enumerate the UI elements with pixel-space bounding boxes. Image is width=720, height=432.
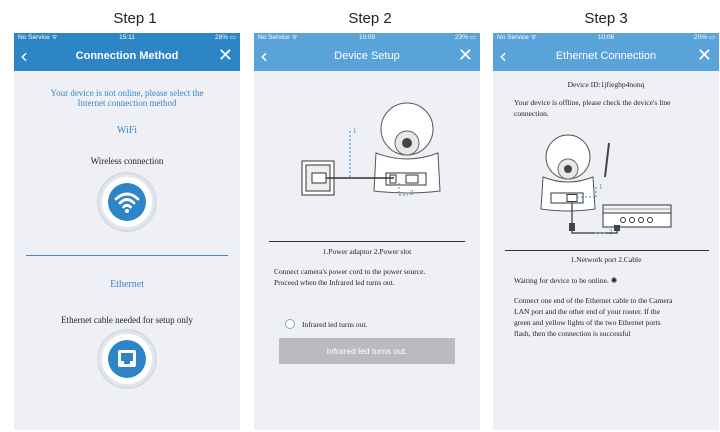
clock-text: 10:06 bbox=[597, 34, 615, 41]
callout-label-2: 2 bbox=[410, 189, 414, 197]
diagram-caption: 1.Power adaptor 2.Power slot bbox=[322, 247, 412, 256]
loading-spinner-icon: ✺ bbox=[610, 276, 618, 285]
infrared-led-radio[interactable] bbox=[285, 319, 295, 329]
wifi-caption: Wireless connection bbox=[90, 156, 164, 166]
offline-message-line-2: connection. bbox=[514, 109, 549, 118]
nav-bar: ‹ Device Setup ✕ bbox=[254, 43, 480, 71]
diagram-caption: 1.Network port 2.Cable bbox=[570, 255, 642, 264]
phone-screen-device-setup: No Service ᯤ 10:09 23% ▭ ‹ Device Setup … bbox=[254, 33, 480, 430]
setup-instructions: Connect camera's power cord to the power… bbox=[274, 266, 474, 288]
diagram-divider bbox=[269, 241, 465, 242]
close-icon[interactable]: ✕ bbox=[218, 45, 233, 67]
status-bar: No Service ᯤ 10:09 23% ▭ bbox=[254, 33, 480, 43]
ethernet-heading: Ethernet bbox=[110, 279, 144, 290]
step-3-title: Step 3 bbox=[584, 10, 628, 27]
waiting-text: Waiting for device to be online. bbox=[514, 276, 609, 285]
status-bar: No Service ᯤ 15:11 28% ▭ bbox=[14, 33, 240, 43]
step-1-title: Step 1 bbox=[113, 10, 157, 27]
setup-instruction-line-1: Connect camera's power cord to the power… bbox=[274, 267, 426, 276]
offline-notice-line-2: Internet connection method bbox=[77, 98, 177, 108]
page-title: Ethernet Connection bbox=[555, 50, 657, 62]
phone-screen-ethernet-connection: No Service ᯤ 10:06 20% ▭ ‹ Ethernet Conn… bbox=[493, 33, 719, 430]
clock-text: 10:09 bbox=[358, 34, 376, 41]
setup-instruction-line-2: Proceed when the Infrared led turns out. bbox=[274, 278, 395, 287]
battery-icon: ▭ bbox=[229, 34, 236, 41]
infrared-led-confirm-button[interactable]: Infrared led turns out. bbox=[279, 338, 455, 364]
diagram-divider bbox=[505, 250, 709, 251]
ethernet-instruction-line-2: LAN port and the other end of your route… bbox=[514, 307, 660, 316]
battery-icon: ▭ bbox=[469, 34, 476, 41]
section-divider bbox=[26, 255, 228, 256]
waiting-status: Waiting for device to be online. ✺ bbox=[514, 276, 617, 285]
ethernet-instruction-line-4: flash, then the connection is successful bbox=[514, 329, 631, 338]
ethernet-button[interactable] bbox=[99, 331, 155, 387]
device-id: Device ID:1jfiegbp4nonq bbox=[567, 80, 645, 89]
battery-indicator: 23% ▭ bbox=[455, 34, 476, 41]
callout-label-1: 1 bbox=[599, 183, 603, 191]
nav-bar: ‹ Ethernet Connection ✕ bbox=[493, 43, 719, 71]
clock-text: 15:11 bbox=[119, 34, 135, 41]
close-icon[interactable]: ✕ bbox=[697, 45, 712, 67]
battery-icon: ▭ bbox=[708, 34, 715, 41]
battery-indicator: 20% ▭ bbox=[694, 34, 715, 41]
offline-notice: Your device is not online, please select… bbox=[14, 88, 240, 108]
ethernet-caption: Ethernet cable needed for setup only bbox=[61, 315, 193, 325]
page-title: Connection Method bbox=[75, 50, 179, 62]
wifi-icon bbox=[108, 183, 146, 221]
page-title: Device Setup bbox=[334, 50, 400, 62]
close-icon[interactable]: ✕ bbox=[458, 45, 473, 67]
infrared-led-radio-label: Infrared led turns out. bbox=[302, 320, 368, 329]
ethernet-instruction-line-3: green and yellow lights of the two Ether… bbox=[514, 318, 661, 327]
wifi-button[interactable] bbox=[99, 174, 155, 230]
ethernet-instructions: Connect one end of the Ethernet cable to… bbox=[514, 295, 714, 339]
power-setup-diagram: 1 2 bbox=[294, 91, 464, 241]
callout-label-2: 2 bbox=[609, 228, 613, 236]
wifi-heading: WiFi bbox=[116, 125, 138, 136]
ethernet-setup-diagram: 1 2 bbox=[533, 125, 713, 245]
nav-bar: ‹ Connection Method ✕ bbox=[14, 43, 240, 71]
offline-notice-line-1: Your device is not online, please select… bbox=[50, 88, 204, 98]
offline-message-line-1: Your device is offline, please check the… bbox=[514, 98, 671, 107]
offline-message: Your device is offline, please check the… bbox=[514, 97, 714, 119]
battery-indicator: 28% ▭ bbox=[215, 34, 236, 41]
step-2-title: Step 2 bbox=[348, 10, 392, 27]
phone-screen-connection-method: No Service ᯤ 15:11 28% ▭ ‹ Connection Me… bbox=[14, 33, 240, 430]
callout-label-1: 1 bbox=[353, 127, 357, 135]
ethernet-instruction-line-1: Connect one end of the Ethernet cable to… bbox=[514, 296, 673, 305]
status-bar: No Service ᯤ 10:06 20% ▭ bbox=[493, 33, 719, 43]
ethernet-port-icon bbox=[108, 340, 146, 378]
